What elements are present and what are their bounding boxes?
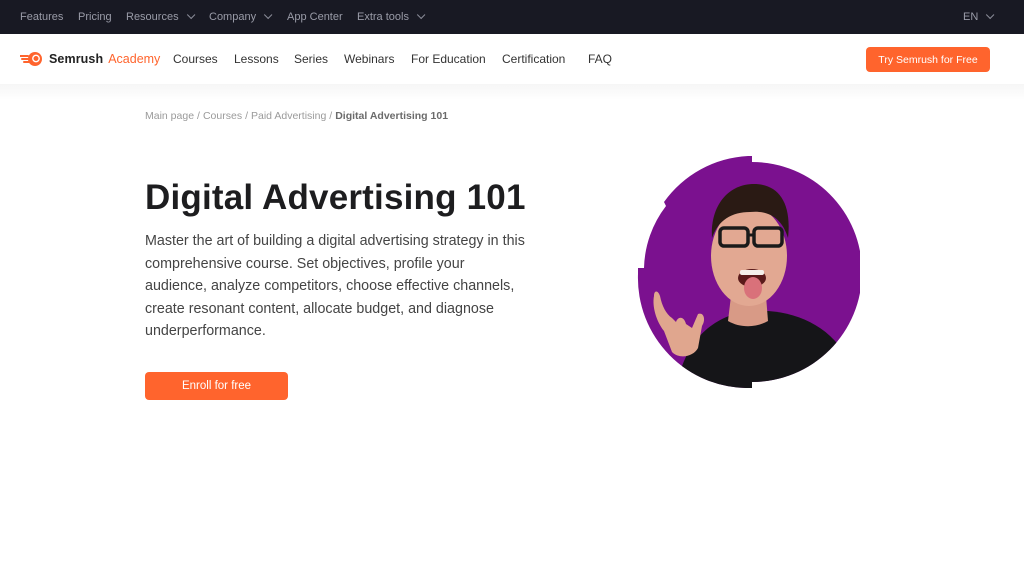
nav-item-webinars[interactable]: Webinars [344,34,394,84]
try-semrush-free-button[interactable]: Try Semrush for Free [866,47,990,72]
header-shadow-band [0,84,1024,100]
breadcrumb-link-main-page[interactable]: Main page [145,110,194,122]
topbar-menu-extra-tools[interactable]: Extra tools [357,0,426,34]
nav-item-for-education[interactable]: For Education [411,34,486,84]
portrait-teeth [740,270,764,275]
logo-product-text: Academy [108,52,161,66]
semrush-fireball-icon [20,52,42,66]
nav-item-label: Courses [173,52,218,66]
page-title: Digital Advertising 101 [145,178,526,217]
topbar-menu-resources[interactable]: Resources [126,0,195,34]
topbar-link-label: Resources [126,11,179,23]
topbar-link-label: App Center [287,11,343,23]
nav-item-label: For Education [411,52,486,66]
portrait-tongue [744,277,762,299]
breadcrumb-separator: / [329,110,333,122]
topbar-link-features[interactable]: Features [20,0,63,34]
topbar-link-pricing[interactable]: Pricing [78,0,112,34]
nav-item-certification[interactable]: Certification [502,34,565,84]
enroll-for-free-button[interactable]: Enroll for free [145,372,288,400]
nav-item-label: Webinars [344,52,395,66]
breadcrumb-separator: / [197,110,200,122]
nav-item-lessons[interactable]: Lessons [234,34,279,84]
topbar-link-label: Features [20,11,64,23]
instructor-portrait [637,156,860,388]
topbar-link-label: Extra tools [357,11,409,23]
chevron-down-icon [263,10,273,20]
breadcrumb-current: Digital Advertising 101 [335,110,449,122]
nav-item-label: Series [294,52,329,66]
topbar-menu-company[interactable]: Company [209,0,273,34]
topbar-link-label: Pricing [78,11,112,23]
nav-item-label: Certification [502,52,566,66]
nav-item-courses[interactable]: Courses [173,34,218,84]
topbar-link-label: Company [209,11,257,23]
nav-item-label: FAQ [588,52,613,66]
topbar-link-app-center[interactable]: App Center [287,0,343,34]
chevron-down-icon [186,10,195,20]
chevron-down-icon [416,10,426,20]
semrush-academy-logo[interactable]: Semrush Academy [20,34,160,84]
top-utility-bar: Features Pricing Resources Company App C… [0,0,1024,34]
breadcrumb-separator: / [245,110,248,122]
language-selector[interactable]: EN [963,0,995,34]
nav-item-series[interactable]: Series [294,34,328,84]
chevron-down-icon [986,10,995,20]
nav-item-faq[interactable]: FAQ [588,34,612,84]
breadcrumb: Main page / Courses / Paid Advertising / Digit… [145,110,448,122]
breadcrumb-link-paid-advertising[interactable]: Paid Advertising [251,110,326,122]
nav-item-label: Lessons [234,52,279,66]
course-description: Master the art of building a digital adv… [145,233,525,340]
logo-brand-text: Semrush [49,52,104,66]
language-label: EN [963,11,979,23]
breadcrumb-link-courses[interactable]: Courses [203,110,242,122]
